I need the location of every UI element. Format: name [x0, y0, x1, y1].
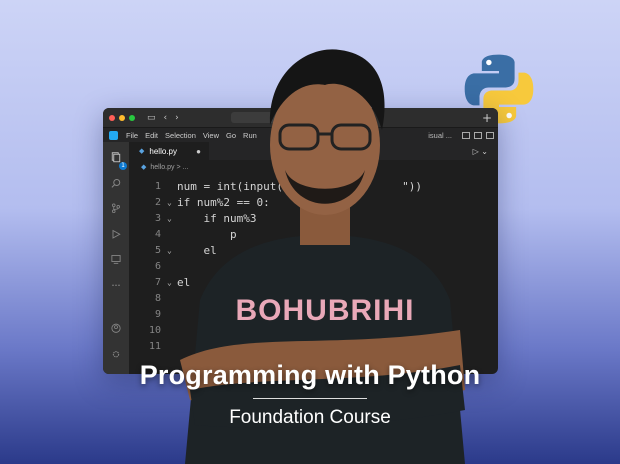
account-icon[interactable]: [109, 323, 123, 334]
menu-file[interactable]: File: [126, 131, 138, 140]
run-debug-icon[interactable]: [109, 229, 123, 240]
python-file-icon: ◆: [139, 148, 145, 155]
minimize-window-button[interactable]: [119, 114, 125, 121]
source-control-icon[interactable]: [109, 203, 123, 214]
menu-edit[interactable]: Edit: [145, 131, 158, 140]
close-window-button[interactable]: [109, 114, 115, 121]
files-icon[interactable]: [109, 152, 123, 163]
course-title: Programming with Python: [139, 360, 481, 390]
remote-explorer-icon[interactable]: [109, 254, 123, 265]
notification-badge: 1: [119, 162, 127, 170]
course-banner: ▭ ‹ › + File Edit Selection View Go Run …: [0, 0, 620, 464]
vscode-logo-icon: [109, 130, 118, 140]
course-subtitle: Foundation Course: [229, 407, 391, 428]
settings-icon[interactable]: [109, 349, 123, 360]
maximize-window-button[interactable]: [129, 114, 135, 121]
sidebar-toggle-icon[interactable]: ▭: [147, 113, 156, 123]
title-divider: [253, 398, 367, 399]
shirt-brand-text: BOHUBRIHI: [236, 294, 415, 327]
search-icon[interactable]: [109, 178, 123, 189]
python-file-icon: ◆: [141, 164, 147, 171]
activity-bar: [103, 142, 129, 374]
more-icon[interactable]: [109, 280, 123, 291]
